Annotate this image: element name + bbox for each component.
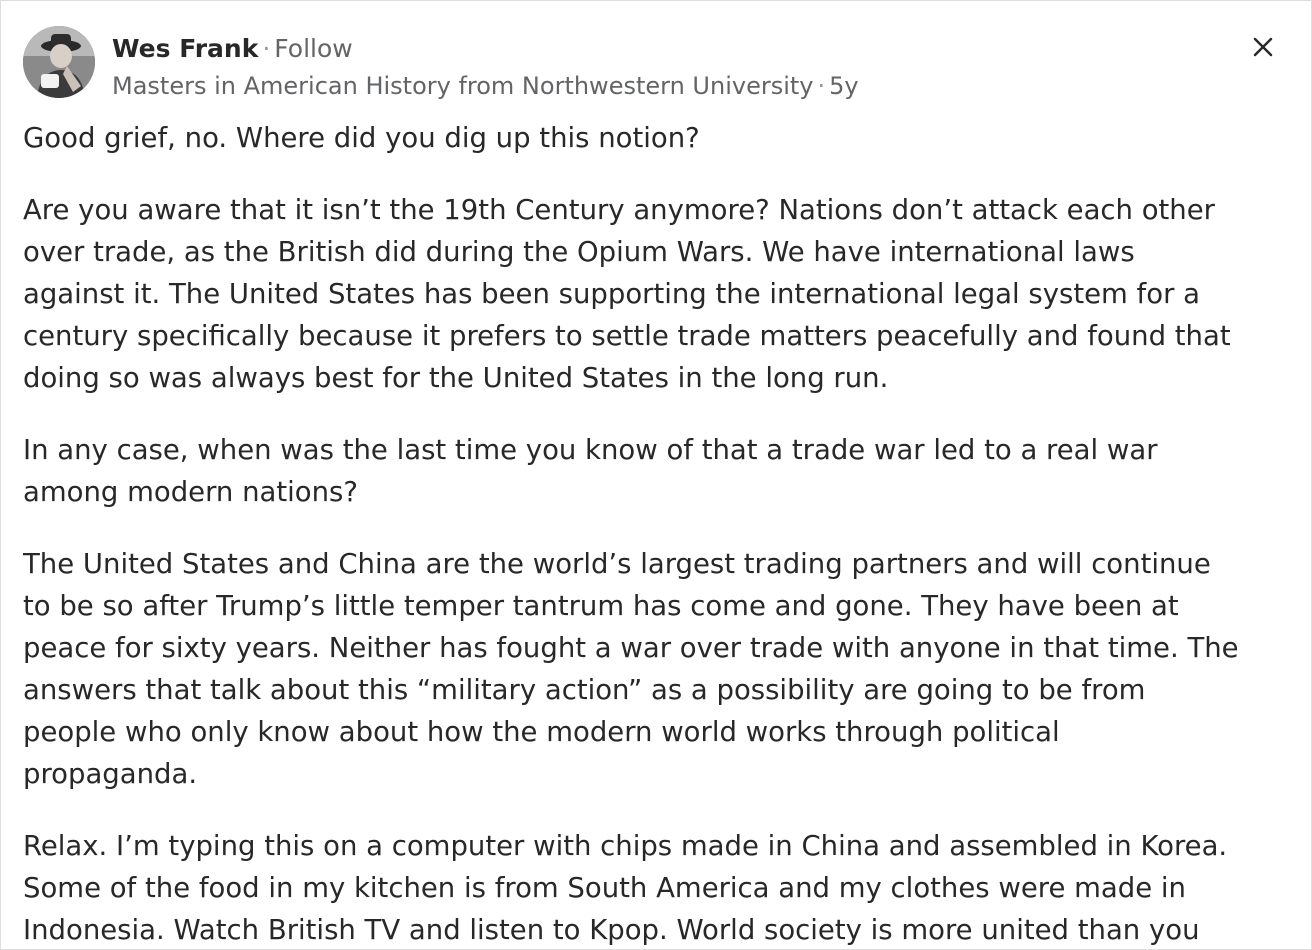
credential-line: Masters in American History from Northwe… bbox=[112, 70, 859, 102]
answer-header: Wes Frank · Follow Masters in American His… bbox=[23, 26, 1223, 100]
author-line: Wes Frank · Follow bbox=[112, 33, 353, 65]
author-separator: · bbox=[262, 34, 271, 63]
answer-body: Good grief, no. Where did you dig up thi… bbox=[23, 117, 1293, 949]
answer-paragraph: In any case, when was the last time you … bbox=[23, 434, 1158, 508]
answer-paragraph: Are you aware that it isn’t the 19th Cen… bbox=[23, 194, 1231, 394]
credential-separator: · bbox=[817, 72, 826, 100]
answer-paragraph: Good grief, no. Where did you dig up thi… bbox=[23, 122, 700, 154]
answer-paragraph: The United States and China are the worl… bbox=[23, 548, 1239, 790]
author-name[interactable]: Wes Frank bbox=[112, 34, 258, 63]
answer-age[interactable]: 5y bbox=[829, 72, 858, 100]
avatar-photo-icon bbox=[23, 26, 95, 98]
answer-card: Wes Frank · Follow Masters in American His… bbox=[0, 0, 1312, 950]
author-avatar[interactable] bbox=[23, 26, 95, 98]
author-credential[interactable]: Masters in American History from Northwe… bbox=[112, 72, 813, 100]
answer-paragraph: Relax. I’m typing this on a computer wit… bbox=[23, 830, 1228, 946]
close-button[interactable] bbox=[1246, 30, 1280, 64]
follow-button[interactable]: Follow bbox=[274, 34, 352, 63]
close-icon bbox=[1253, 37, 1273, 57]
